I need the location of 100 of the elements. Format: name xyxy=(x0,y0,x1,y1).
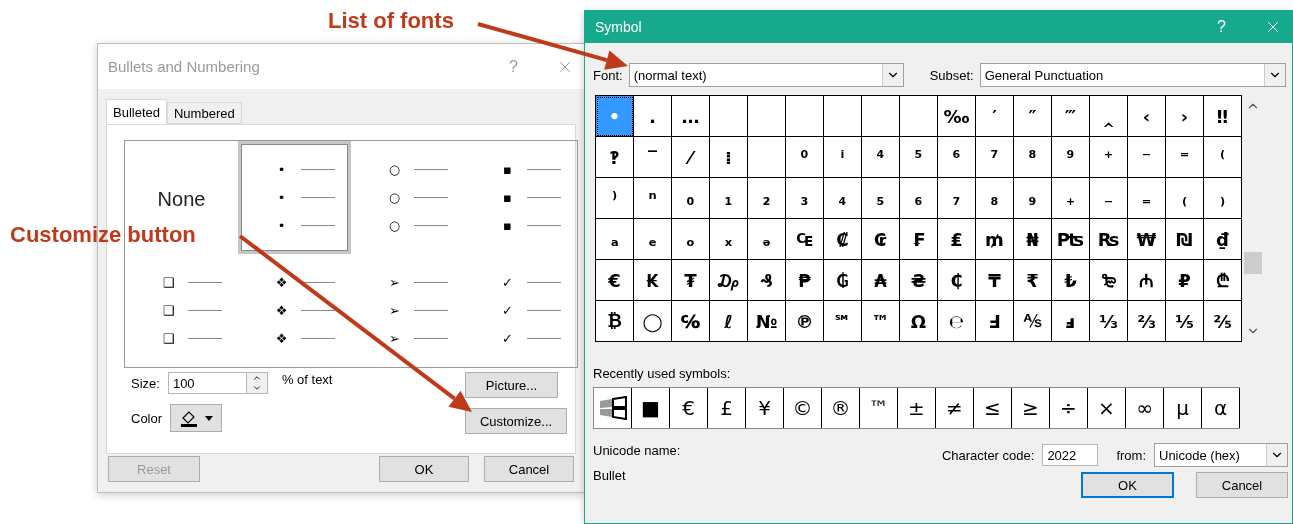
symbol-cell[interactable]: ₣ xyxy=(900,219,938,260)
cancel-button[interactable]: Cancel xyxy=(484,456,574,482)
symbol-cell[interactable]: ₓ xyxy=(710,219,748,260)
symbol-cell[interactable]: ₺ xyxy=(1052,260,1090,301)
symbol-cell[interactable]: ₽ xyxy=(1166,260,1204,301)
symbol-cell[interactable]: ₑ xyxy=(634,219,672,260)
symbol-cell[interactable] xyxy=(900,96,938,137)
symbol-cell[interactable]: ⁻ xyxy=(1128,137,1166,178)
symbol-cell[interactable]: ₱ xyxy=(786,260,824,301)
symbol-cell[interactable]: ⁹ xyxy=(1052,137,1090,178)
symbol-cell[interactable]: ℮ xyxy=(938,301,976,342)
symbol-cell[interactable]: ⁶ xyxy=(938,137,976,178)
symbol-cell[interactable]: ․ xyxy=(634,96,672,137)
character-code-field[interactable]: 2022 xyxy=(1042,444,1099,466)
symbol-cell[interactable]: ⁸ xyxy=(1014,137,1052,178)
symbol-cell[interactable]: ◯ xyxy=(634,301,672,342)
symbol-cell[interactable]: ₈ xyxy=(976,178,1014,219)
symbol-cell[interactable]: ₪ xyxy=(1166,219,1204,260)
symbol-cell[interactable]: ℓ xyxy=(710,301,748,342)
customize-button[interactable]: Customize... xyxy=(465,408,567,434)
symbol-cell[interactable]: ⁰ xyxy=(786,137,824,178)
tab[interactable]: Numbered xyxy=(167,102,242,124)
symbol-cell[interactable]: ₉ xyxy=(1014,178,1052,219)
symbol-cell[interactable]: ⅎ xyxy=(1052,301,1090,342)
bullet-option[interactable]: • • • xyxy=(238,141,351,254)
symbol-cell[interactable]: ⁺ xyxy=(1090,137,1128,178)
symbol-cell[interactable]: ₄ xyxy=(824,178,862,219)
symbol-cell[interactable]: ₇ xyxy=(938,178,976,219)
symbol-cell[interactable]: ′ xyxy=(976,96,1014,137)
symbol-cell[interactable]: ℗ xyxy=(786,301,824,342)
symbol-cell[interactable]: ₌ xyxy=(1128,178,1166,219)
bullet-option[interactable]: ▪ ▪ ▪ xyxy=(464,141,577,254)
symbol-cell[interactable]: Ⅎ xyxy=(976,301,1014,342)
picture-button[interactable]: Picture... xyxy=(465,372,558,398)
symbol-cell[interactable]: ⅖ xyxy=(1204,301,1242,342)
symbol-cell[interactable]: ₥ xyxy=(976,219,1014,260)
ok-button[interactable]: OK xyxy=(1081,472,1174,498)
symbol-cell[interactable]: ₢ xyxy=(862,219,900,260)
bullet-option[interactable]: ○ ○ ○ xyxy=(351,141,464,254)
symbol-cell[interactable]: ₮ xyxy=(672,260,710,301)
symbol-cell[interactable]: ₹ xyxy=(1014,260,1052,301)
symbol-cell[interactable]: ₐ xyxy=(596,219,634,260)
symbol-cell[interactable]: Ω xyxy=(900,301,938,342)
symbol-cell[interactable]: ‽ xyxy=(596,137,634,178)
symbol-cell[interactable]: ₒ xyxy=(672,219,710,260)
symbol-cell[interactable]: ⁿ xyxy=(634,178,672,219)
symbol-cell[interactable] xyxy=(748,96,786,137)
symbol-cell[interactable]: … xyxy=(672,96,710,137)
symbol-cell[interactable]: ‼ xyxy=(1204,96,1242,137)
symbol-cell[interactable]: ⁷ xyxy=(976,137,1014,178)
symbol-cell[interactable]: ⅕ xyxy=(1166,301,1204,342)
symbol-cell[interactable]: › xyxy=(1166,96,1204,137)
symbol-cell[interactable]: ₼ xyxy=(1128,260,1166,301)
symbol-cell[interactable]: ⁴ xyxy=(862,137,900,178)
symbol-cell[interactable]: ₎ xyxy=(1204,178,1242,219)
symbol-cell[interactable]: ₀ xyxy=(672,178,710,219)
symbol-cell[interactable]: ⁄ xyxy=(672,137,710,178)
symbol-cell[interactable]: € xyxy=(596,260,634,301)
symbol-cell[interactable]: ℠ xyxy=(824,301,862,342)
symbol-cell[interactable] xyxy=(786,96,824,137)
symbol-cell[interactable]: ₃ xyxy=(786,178,824,219)
bullet-option[interactable]: None xyxy=(125,141,238,219)
from-dropdown[interactable]: Unicode (hex) xyxy=(1154,443,1288,467)
symbol-cell[interactable]: ₍ xyxy=(1166,178,1204,219)
symbol-cell[interactable]: ₨ xyxy=(1090,219,1128,260)
symbol-cell[interactable]: ₠ xyxy=(786,219,824,260)
symbol-cell[interactable]: ₋ xyxy=(1090,178,1128,219)
cancel-button[interactable]: Cancel xyxy=(1196,472,1288,498)
symbol-cell[interactable]: ⁽ xyxy=(1204,137,1242,178)
bullet-option[interactable]: ✓ ✓ ✓ xyxy=(464,254,577,367)
symbol-cell[interactable]: ₂ xyxy=(748,178,786,219)
bullet-option[interactable]: ➢ ➢ ➢ xyxy=(351,254,464,367)
symbol-cell[interactable]: ₡ xyxy=(824,219,862,260)
symbol-cell[interactable]: ‰ xyxy=(938,96,976,137)
bullet-option[interactable]: ❖ ❖ ❖ xyxy=(238,254,351,367)
tab[interactable]: Bulleted xyxy=(106,99,167,124)
symbol-cell[interactable]: ₿ xyxy=(596,301,634,342)
color-picker-button[interactable] xyxy=(170,404,223,432)
symbol-cell[interactable]: ₁ xyxy=(710,178,748,219)
symbol-cell[interactable]: ⁞ xyxy=(710,137,748,178)
symbol-cell[interactable]: ₦ xyxy=(1014,219,1052,260)
symbol-cell[interactable]: ₆ xyxy=(900,178,938,219)
up-icon[interactable] xyxy=(251,373,262,383)
subset-dropdown[interactable]: General Punctuation xyxy=(979,63,1286,87)
symbol-cell[interactable]: ₧ xyxy=(1052,219,1090,260)
symbol-cell[interactable]: ₯ xyxy=(710,260,748,301)
symbol-cell[interactable]: ₾ xyxy=(1204,260,1242,301)
symbol-cell[interactable]: ‸ xyxy=(1090,96,1128,137)
symbol-cell[interactable]: ₲ xyxy=(824,260,862,301)
symbol-cell[interactable]: ₰ xyxy=(748,260,786,301)
symbol-cell[interactable]: ₴ xyxy=(900,260,938,301)
scrollbar-thumb[interactable] xyxy=(1244,252,1262,274)
symbol-cell[interactable]: ⅍ xyxy=(1014,301,1052,342)
symbol-cell[interactable] xyxy=(710,96,748,137)
ok-button[interactable]: OK xyxy=(379,456,469,482)
symbol-cell[interactable]: ₳ xyxy=(862,260,900,301)
symbol-cell[interactable]: ₅ xyxy=(862,178,900,219)
symbol-cell[interactable]: ₩ xyxy=(1128,219,1166,260)
symbol-cell[interactable]: ₫ xyxy=(1204,219,1242,260)
symbol-cell[interactable]: ⅓ xyxy=(1090,301,1128,342)
